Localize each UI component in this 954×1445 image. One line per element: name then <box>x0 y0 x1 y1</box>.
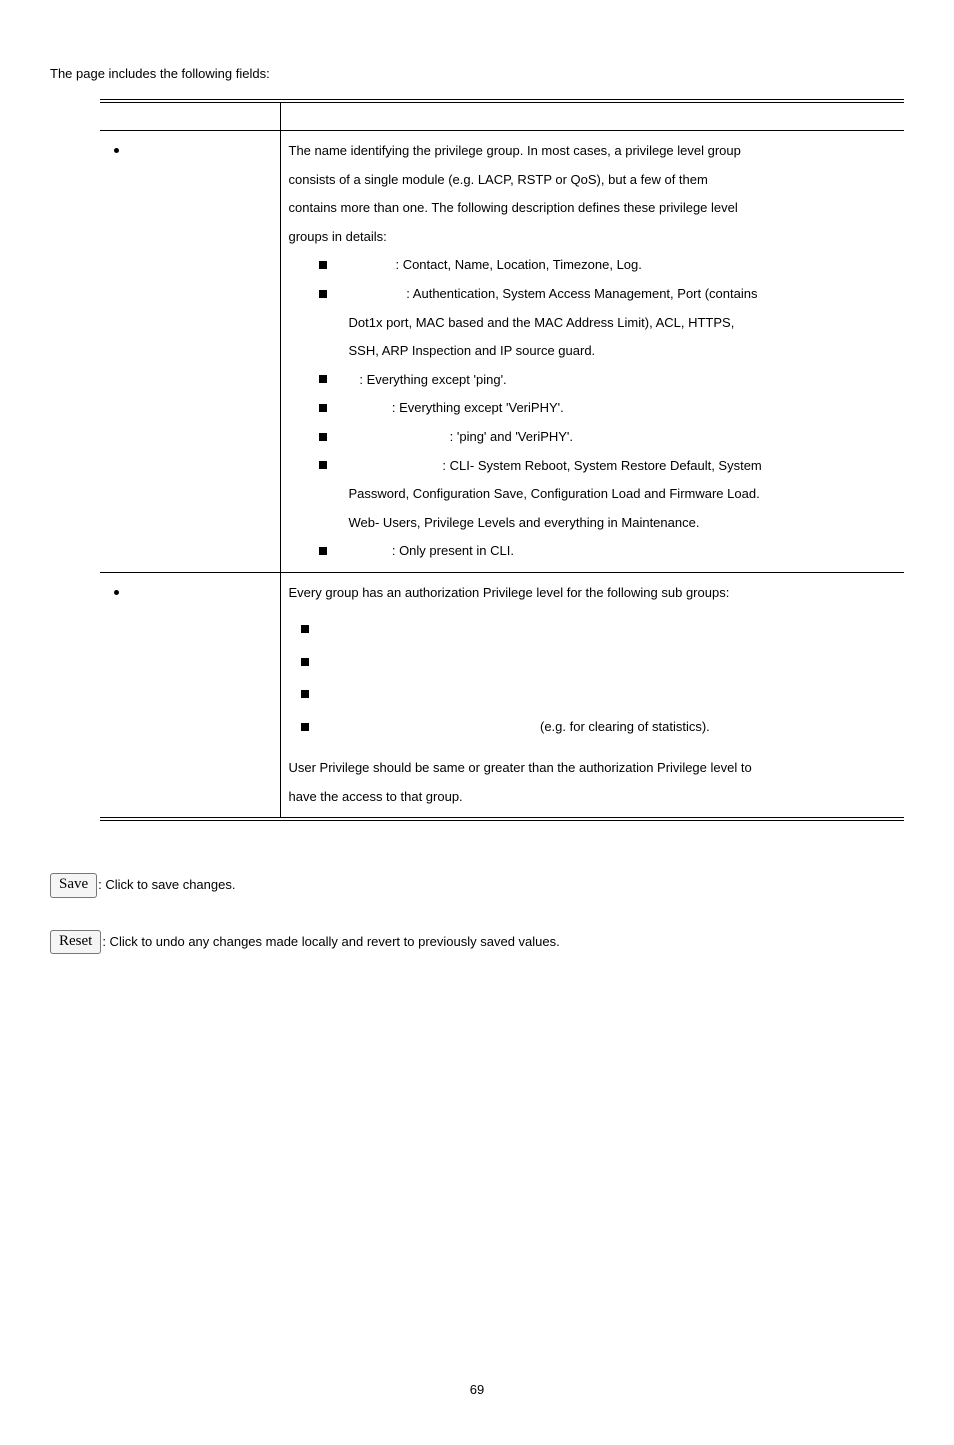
desc-line: contains more than one. The following de… <box>289 200 738 215</box>
sub-item-text: : Authentication, System Access Manageme… <box>406 286 757 301</box>
header-object <box>100 101 280 131</box>
sub-item-cont: Dot1x port, MAC based and the MAC Addres… <box>289 309 897 338</box>
table-row: The name identifying the privilege group… <box>100 131 904 573</box>
header-description <box>280 101 904 131</box>
sub-item-text: (e.g. for clearing of statistics). <box>540 719 710 734</box>
object-cell <box>100 131 280 573</box>
reset-desc: : Click to undo any changes made locally… <box>102 928 559 957</box>
sub-item-text: : Only present in CLI. <box>392 543 514 558</box>
description-cell: The name identifying the privilege group… <box>280 131 904 573</box>
square-bullet-icon <box>319 433 327 441</box>
sub-item-cont: SSH, ARP Inspection and IP source guard. <box>289 337 897 366</box>
sub-item-text: : 'ping' and 'VeriPHY'. <box>450 429 573 444</box>
desc-line: Every group has an authorization Privile… <box>289 585 730 600</box>
desc-line: have the access to that group. <box>289 789 463 804</box>
save-button-row: Save : Click to save changes. <box>50 871 904 900</box>
sub-item-text: : CLI- System Reboot, System Restore Def… <box>442 458 761 473</box>
desc-line: User Privilege should be same or greater… <box>289 760 752 775</box>
square-bullet-icon <box>319 290 327 298</box>
sub-item-cont: Web- Users, Privilege Levels and everyth… <box>289 509 897 538</box>
bullet-icon <box>114 148 119 153</box>
sub-item-text: : Everything except 'ping'. <box>359 372 506 387</box>
description-cell: Every group has an authorization Privile… <box>280 573 904 820</box>
reset-button-row: Reset : Click to undo any changes made l… <box>50 928 904 957</box>
square-bullet-icon <box>319 261 327 269</box>
save-button[interactable]: Save <box>50 873 97 898</box>
page-number: 69 <box>50 1376 904 1405</box>
square-bullet-icon <box>319 547 327 555</box>
sub-item-cont: Password, Configuration Save, Configurat… <box>289 480 897 509</box>
save-desc: : Click to save changes. <box>98 871 235 900</box>
reset-button[interactable]: Reset <box>50 930 101 955</box>
desc-line: The name identifying the privilege group… <box>289 143 741 158</box>
square-bullet-icon <box>301 723 309 731</box>
sub-item-text: : Everything except 'VeriPHY'. <box>392 400 564 415</box>
intro-text: The page includes the following fields: <box>50 60 904 89</box>
buttons-section: Save : Click to save changes. Reset : Cl… <box>50 871 904 956</box>
object-cell <box>100 573 280 820</box>
square-bullet-icon <box>301 690 309 698</box>
square-bullet-icon <box>301 658 309 666</box>
fields-table: The name identifying the privilege group… <box>100 99 904 822</box>
table-row: Every group has an authorization Privile… <box>100 573 904 820</box>
bullet-icon <box>114 590 119 595</box>
square-bullet-icon <box>319 461 327 469</box>
square-bullet-icon <box>319 375 327 383</box>
desc-line: consists of a single module (e.g. LACP, … <box>289 172 708 187</box>
desc-line: groups in details: <box>289 229 387 244</box>
square-bullet-icon <box>301 625 309 633</box>
sub-item-text: : Contact, Name, Location, Timezone, Log… <box>395 257 641 272</box>
square-bullet-icon <box>319 404 327 412</box>
